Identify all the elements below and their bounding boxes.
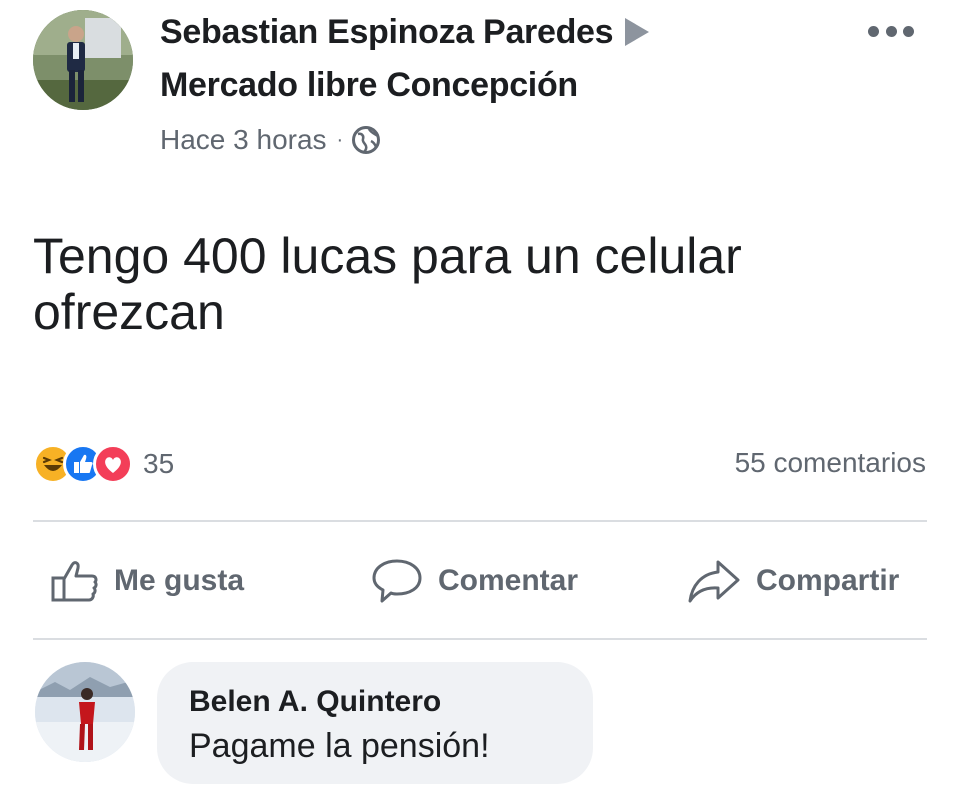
globe-icon[interactable] — [351, 125, 381, 155]
more-dot — [868, 25, 879, 37]
like-label: Me gusta — [114, 564, 245, 597]
share-label: Compartir — [756, 564, 900, 597]
share-arrow-icon — [688, 560, 740, 603]
commenter-avatar[interactable] — [35, 662, 135, 762]
comment-author-name[interactable]: Belen A. Quintero — [189, 684, 593, 720]
comments-count[interactable]: 55 comentarios — [735, 447, 926, 479]
comment-bubble: Belen A. Quintero Pagame la pensión! — [157, 662, 593, 784]
post-meta: Hace 3 horas · — [160, 122, 381, 158]
meta-separator: · — [336, 129, 344, 151]
group-name[interactable]: Mercado libre Concepción — [160, 65, 578, 105]
comment-label: Comentar — [438, 564, 579, 597]
author-photo — [33, 10, 133, 110]
posted-in-arrow-icon — [625, 18, 650, 46]
divider — [33, 520, 927, 522]
comment-button[interactable]: Comentar — [370, 556, 578, 606]
reactions-summary[interactable]: 35 — [33, 444, 174, 484]
post-text-line: Tengo 400 lucas para un celular — [33, 228, 742, 284]
post-text-line: ofrezcan — [33, 284, 225, 340]
reaction-count: 35 — [143, 448, 175, 479]
author-avatar[interactable] — [33, 10, 133, 110]
share-button[interactable]: Compartir — [686, 556, 899, 606]
more-options-icon[interactable] — [868, 22, 914, 40]
more-dot — [903, 25, 914, 37]
author-name[interactable]: Sebastian Espinoza Paredes — [160, 13, 614, 51]
timestamp[interactable]: Hace 3 horas — [160, 122, 327, 158]
more-dot — [885, 25, 897, 37]
commenter-photo — [35, 662, 135, 762]
love-reaction-icon — [93, 444, 133, 484]
post-text: Tengo 400 lucas para un celular ofrezcan — [33, 228, 933, 340]
comment-bubble-icon — [372, 559, 422, 603]
post-header-title: Sebastian Espinoza Paredes — [160, 12, 650, 52]
like-button[interactable]: Me gusta — [50, 556, 244, 606]
comment-text: Pagame la pensión! — [189, 727, 490, 765]
divider — [33, 638, 927, 640]
thumbs-up-icon — [51, 561, 98, 602]
